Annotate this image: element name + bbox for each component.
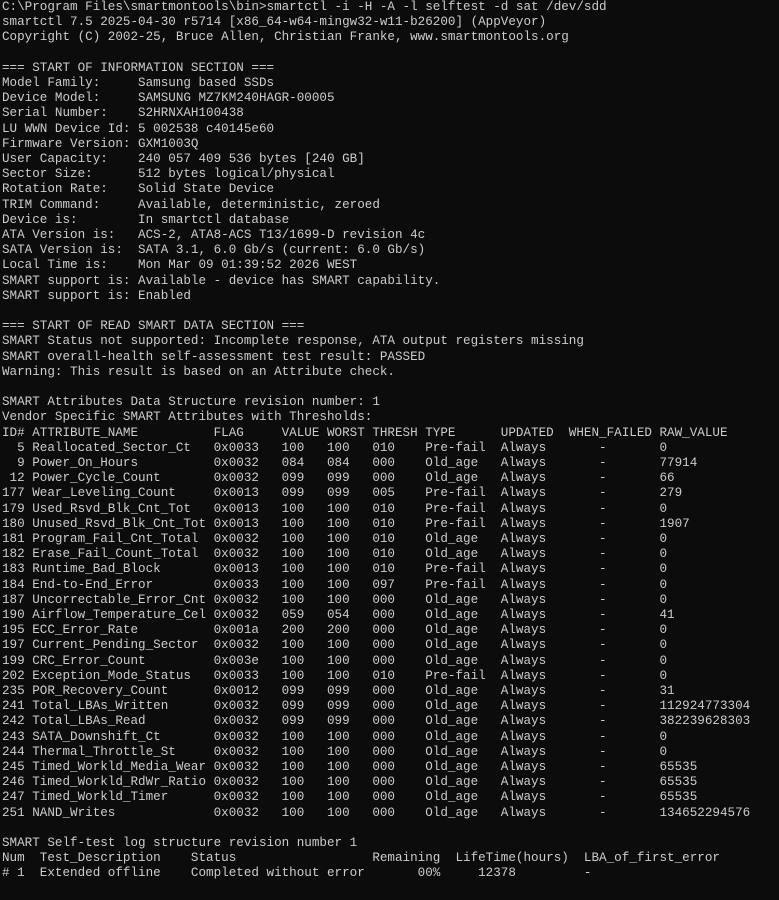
terminal-line: 202 Exception_Mode_Status 0x0033 100 100…	[2, 668, 668, 683]
terminal-line: SMART overall-health self-assessment tes…	[2, 349, 426, 364]
terminal-line: 12 Power_Cycle_Count 0x0032 099 099 000 …	[2, 471, 675, 486]
terminal-line: 243 SATA_Downshift_Ct 0x0032 100 100 000…	[2, 729, 668, 744]
terminal-line: Warning: This result is based on an Attr…	[2, 364, 395, 379]
terminal-line: TRIM Command: Available, deterministic, …	[2, 197, 380, 212]
terminal-line: 177 Wear_Leveling_Count 0x0013 099 099 0…	[2, 486, 683, 501]
terminal-line: 246 Timed_Workld_RdWr_Ratio 0x0032 100 1…	[2, 775, 698, 790]
terminal-line: Sector Size: 512 bytes logical/physical	[2, 167, 335, 182]
terminal-line: 181 Program_Fail_Cnt_Total 0x0032 100 10…	[2, 532, 668, 546]
terminal-line: SMART support is: Enabled	[2, 288, 191, 303]
terminal-line: SMART support is: Available - device has…	[2, 273, 441, 288]
terminal-line: # 1 Extended offline Completed without e…	[2, 866, 592, 881]
terminal-line: 183 Runtime_Bad_Block 0x0013 100 100 010…	[2, 562, 668, 577]
terminal-line: 244 Thermal_Throttle_St 0x0032 100 100 0…	[2, 744, 668, 759]
terminal-line: 9 Power_On_Hours 0x0032 084 084 000 Old_…	[2, 456, 698, 470]
terminal-line: 247 Timed_Workld_Timer 0x0032 100 100 00…	[2, 790, 698, 805]
terminal-line: 195 ECC_Error_Rate 0x001a 200 200 000 Ol…	[2, 623, 668, 638]
terminal-line: SMART Status not supported: Incomplete r…	[2, 334, 584, 349]
terminal-line: SMART Attributes Data Structure revision…	[2, 395, 380, 410]
terminal-line: 190 Airflow_Temperature_Cel 0x0032 059 0…	[2, 608, 675, 622]
terminal-line: 184 End-to-End_Error 0x0033 100 100 097 …	[2, 577, 668, 592]
terminal-line: smartctl 7.5 2025-04-30 r5714 [x86_64-w6…	[2, 15, 547, 30]
terminal-line: ID# ATTRIBUTE_NAME FLAG VALUE WORST THRE…	[2, 425, 728, 440]
terminal-line: 241 Total_LBAs_Written 0x0032 099 099 00…	[2, 699, 751, 714]
terminal-line: 182 Erase_Fail_Count_Total 0x0032 100 10…	[2, 547, 668, 562]
terminal-line: Model Family: Samsung based SSDs	[2, 76, 275, 90]
terminal-line: Rotation Rate: Solid State Device	[2, 182, 275, 197]
terminal-line: === START OF READ SMART DATA SECTION ===	[2, 319, 305, 334]
terminal-line: Num Test_Description Status Remaining Li…	[2, 851, 720, 866]
terminal-line: Device Model: SAMSUNG MZ7KM240HAGR-00005	[2, 91, 335, 106]
terminal-line: Serial Number: S2HRNXAH100438	[2, 106, 244, 121]
terminal-line: 245 Timed_Workld_Media_Wear 0x0032 100 1…	[2, 760, 698, 774]
terminal-line: 242 Total_LBAs_Read 0x0032 099 099 000 O…	[2, 714, 751, 729]
terminal-line: 187 Uncorrectable_Error_Cnt 0x0032 100 1…	[2, 592, 668, 607]
terminal-line: ATA Version is: ACS-2, ATA8-ACS T13/1699…	[2, 228, 426, 242]
terminal-line: C:\Program Files\smartmontools\bin>smart…	[2, 0, 607, 14]
terminal-line: 180 Unused_Rsvd_Blk_Cnt_Tot 0x0013 100 1…	[2, 516, 690, 531]
terminal-line: LU WWN Device Id: 5 002538 c40145e60	[2, 121, 275, 136]
terminal-line: Copyright (C) 2002-25, Bruce Allen, Chri…	[2, 30, 569, 45]
terminal-line: 5 Reallocated_Sector_Ct 0x0033 100 100 0…	[2, 440, 668, 455]
terminal-line: Local Time is: Mon Mar 09 01:39:52 2026 …	[2, 258, 358, 273]
terminal-line: Firmware Version: GXM1003Q	[2, 136, 199, 151]
terminal-line: 199 CRC_Error_Count 0x003e 100 100 000 O…	[2, 653, 668, 668]
terminal-line: SMART Self-test log structure revision n…	[2, 836, 358, 850]
terminal-line: === START OF INFORMATION SECTION ===	[2, 60, 275, 75]
terminal-line: 179 Used_Rsvd_Blk_Cnt_Tot 0x0013 100 100…	[2, 501, 668, 516]
terminal-line: SATA Version is: SATA 3.1, 6.0 Gb/s (cur…	[2, 243, 426, 258]
terminal-line: 197 Current_Pending_Sector 0x0032 100 10…	[2, 638, 668, 653]
terminal-line: 251 NAND_Writes 0x0032 100 100 000 Old_a…	[2, 805, 751, 820]
terminal-line: 235 POR_Recovery_Count 0x0012 099 099 00…	[2, 684, 675, 698]
terminal-line: User Capacity: 240 057 409 536 bytes [24…	[2, 152, 365, 166]
terminal-line: Device is: In smartctl database	[2, 212, 290, 227]
terminal-output[interactable]: C:\Program Files\smartmontools\bin>smart…	[0, 0, 779, 900]
terminal-line: Vendor Specific SMART Attributes with Th…	[2, 410, 373, 425]
